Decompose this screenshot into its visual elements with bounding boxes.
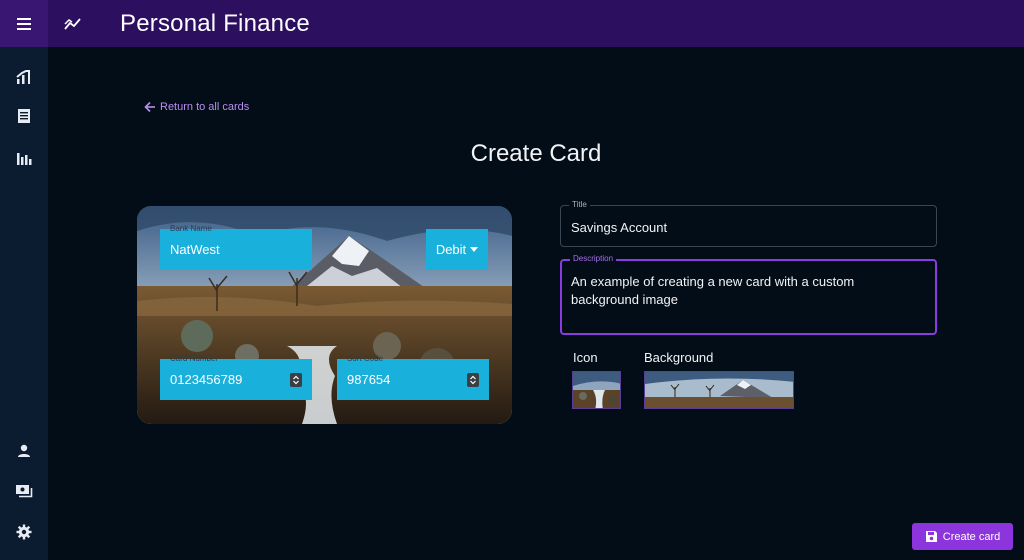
chart-line-icon [64, 17, 81, 30]
sidebar [0, 47, 48, 560]
page-title: Create Card [470, 140, 602, 167]
bar-chart-icon [16, 70, 30, 84]
card-number-label: Card Number [170, 354, 219, 363]
menu-button[interactable] [0, 0, 48, 47]
app-logo [48, 0, 98, 47]
card-type-value: Debit [435, 242, 467, 257]
card-number-stepper[interactable] [290, 373, 302, 387]
sidebar-item-settings[interactable] [0, 512, 48, 552]
return-to-cards-link[interactable]: Return to all cards [144, 101, 249, 113]
unfold-icon [470, 375, 476, 385]
app-title: Personal Finance [120, 9, 310, 37]
icon-label: Icon [573, 350, 598, 365]
icon-thumbnail-image [573, 372, 620, 408]
title-value: Savings Account [571, 220, 668, 235]
payments-icon [16, 485, 33, 498]
description-value: An example of creating a new card with a… [571, 274, 855, 307]
card-number-field[interactable]: Card Number 0123456789 [160, 354, 312, 400]
sort-code-field[interactable]: Sort Code 987654 [337, 354, 489, 400]
create-card-button[interactable]: Create card [912, 523, 1013, 550]
menu-icon [17, 17, 31, 30]
settings-icon [16, 524, 32, 540]
create-card-label: Create card [942, 530, 1001, 543]
receipt-icon [18, 109, 30, 123]
arrow-drop-down-icon [470, 247, 479, 252]
bank-name-field[interactable]: Bank Name NatWest [160, 224, 312, 270]
background-thumbnail-image [645, 372, 793, 408]
title-label: Title [569, 200, 590, 209]
sort-code-label: Sort Code [347, 354, 384, 363]
arrow-back-icon [144, 101, 155, 113]
save-icon [925, 531, 937, 542]
description-label: Description [570, 254, 617, 263]
bank-name-label: Bank Name [170, 224, 212, 233]
sort-code-stepper[interactable] [467, 373, 479, 387]
person-icon [18, 444, 30, 457]
sidebar-item-profile[interactable] [0, 431, 48, 471]
background-label: Background [644, 350, 714, 365]
description-field[interactable]: Description An example of creating a new… [560, 254, 937, 335]
app-bar: Personal Finance [0, 0, 1024, 47]
card-number-value: 0123456789 [170, 372, 243, 387]
icon-image-picker[interactable] [572, 371, 621, 409]
bank-name-value: NatWest [170, 242, 220, 257]
sidebar-item-cards[interactable] [0, 471, 48, 511]
return-link-label: Return to all cards [160, 101, 250, 113]
card-type-select[interactable]: Debit [426, 229, 488, 270]
unfold-icon [293, 375, 299, 385]
title-field[interactable]: Title Savings Account [560, 200, 937, 247]
sidebar-item-transactions[interactable] [0, 96, 48, 136]
sidebar-item-dashboard[interactable] [0, 57, 48, 97]
background-image-picker[interactable] [644, 371, 794, 409]
sort-code-value: 987654 [347, 372, 391, 387]
